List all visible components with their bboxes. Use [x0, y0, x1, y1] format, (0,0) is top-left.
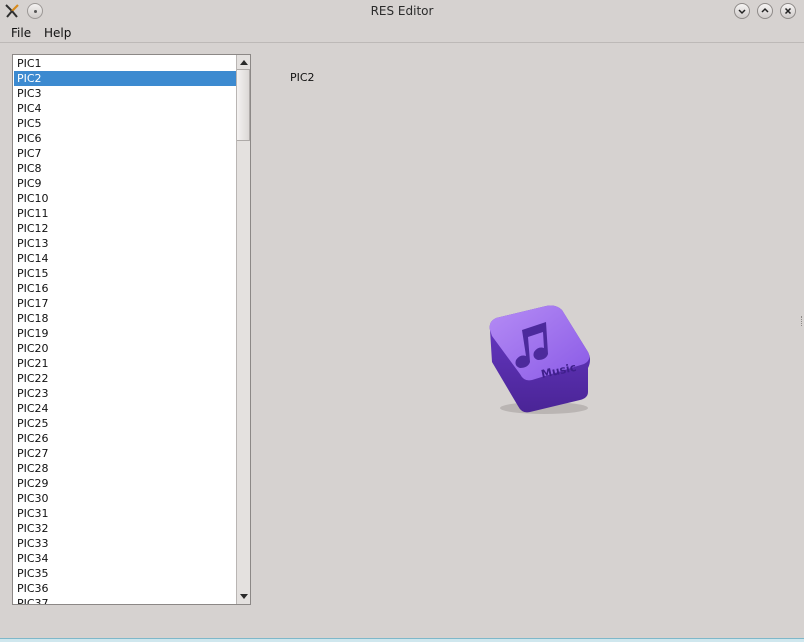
- list-scrollbar[interactable]: [236, 55, 250, 604]
- list-item[interactable]: PIC15: [14, 266, 237, 281]
- preview-image: Music: [489, 305, 590, 414]
- resize-grip[interactable]: [801, 316, 803, 326]
- list-item[interactable]: PIC31: [14, 506, 237, 521]
- list-item[interactable]: PIC33: [14, 536, 237, 551]
- list-item[interactable]: PIC37: [14, 596, 237, 604]
- list-item[interactable]: PIC29: [14, 476, 237, 491]
- list-items: PIC1 PIC2 PIC3 PIC4 PIC5 PIC6 PIC7 PIC8 PIC9 PIC1…: [14, 56, 237, 604]
- picture-list[interactable]: PIC1 PIC2 PIC3 PIC4 PIC5 PIC6 PIC7 PIC8 PIC9 PIC1…: [12, 54, 251, 605]
- menu-help[interactable]: Help: [44, 26, 71, 40]
- scroll-thumb[interactable]: [237, 69, 250, 141]
- list-item[interactable]: PIC12: [14, 221, 237, 236]
- list-item[interactable]: PIC9: [14, 176, 237, 191]
- list-item[interactable]: PIC27: [14, 446, 237, 461]
- scroll-down-icon[interactable]: [237, 590, 250, 604]
- title-bar: RES Editor: [0, 0, 804, 22]
- window-title: RES Editor: [370, 4, 434, 18]
- list-item[interactable]: PIC18: [14, 311, 237, 326]
- list-item[interactable]: PIC19: [14, 326, 237, 341]
- list-item[interactable]: PIC14: [14, 251, 237, 266]
- list-item[interactable]: PIC17: [14, 296, 237, 311]
- list-item[interactable]: PIC26: [14, 431, 237, 446]
- scroll-up-icon[interactable]: [237, 55, 250, 69]
- maximize-icon[interactable]: [757, 3, 773, 19]
- list-item[interactable]: PIC35: [14, 566, 237, 581]
- list-item[interactable]: PIC36: [14, 581, 237, 596]
- list-item[interactable]: PIC1: [14, 56, 237, 71]
- list-item[interactable]: PIC6: [14, 131, 237, 146]
- list-item[interactable]: PIC25: [14, 416, 237, 431]
- list-item[interactable]: PIC5: [14, 116, 237, 131]
- preview-name-label: PIC2: [290, 71, 315, 84]
- list-item[interactable]: PIC4: [14, 101, 237, 116]
- list-item[interactable]: PIC22: [14, 371, 237, 386]
- list-item[interactable]: PIC7: [14, 146, 237, 161]
- list-item[interactable]: PIC8: [14, 161, 237, 176]
- list-item[interactable]: PIC23: [14, 386, 237, 401]
- list-item[interactable]: PIC2: [14, 71, 237, 86]
- list-item[interactable]: PIC34: [14, 551, 237, 566]
- list-item[interactable]: PIC21: [14, 356, 237, 371]
- window-bottom-edge: [0, 638, 804, 642]
- menu-bar: File Help: [0, 22, 804, 43]
- list-item[interactable]: PIC16: [14, 281, 237, 296]
- list-item[interactable]: PIC10: [14, 191, 237, 206]
- list-item[interactable]: PIC3: [14, 86, 237, 101]
- list-item[interactable]: PIC11: [14, 206, 237, 221]
- list-item[interactable]: PIC30: [14, 491, 237, 506]
- minimize-icon[interactable]: [734, 3, 750, 19]
- menu-file[interactable]: File: [11, 26, 31, 40]
- list-item[interactable]: PIC13: [14, 236, 237, 251]
- list-item[interactable]: PIC20: [14, 341, 237, 356]
- list-item[interactable]: PIC28: [14, 461, 237, 476]
- list-item[interactable]: PIC32: [14, 521, 237, 536]
- close-icon[interactable]: [780, 3, 796, 19]
- list-item[interactable]: PIC24: [14, 401, 237, 416]
